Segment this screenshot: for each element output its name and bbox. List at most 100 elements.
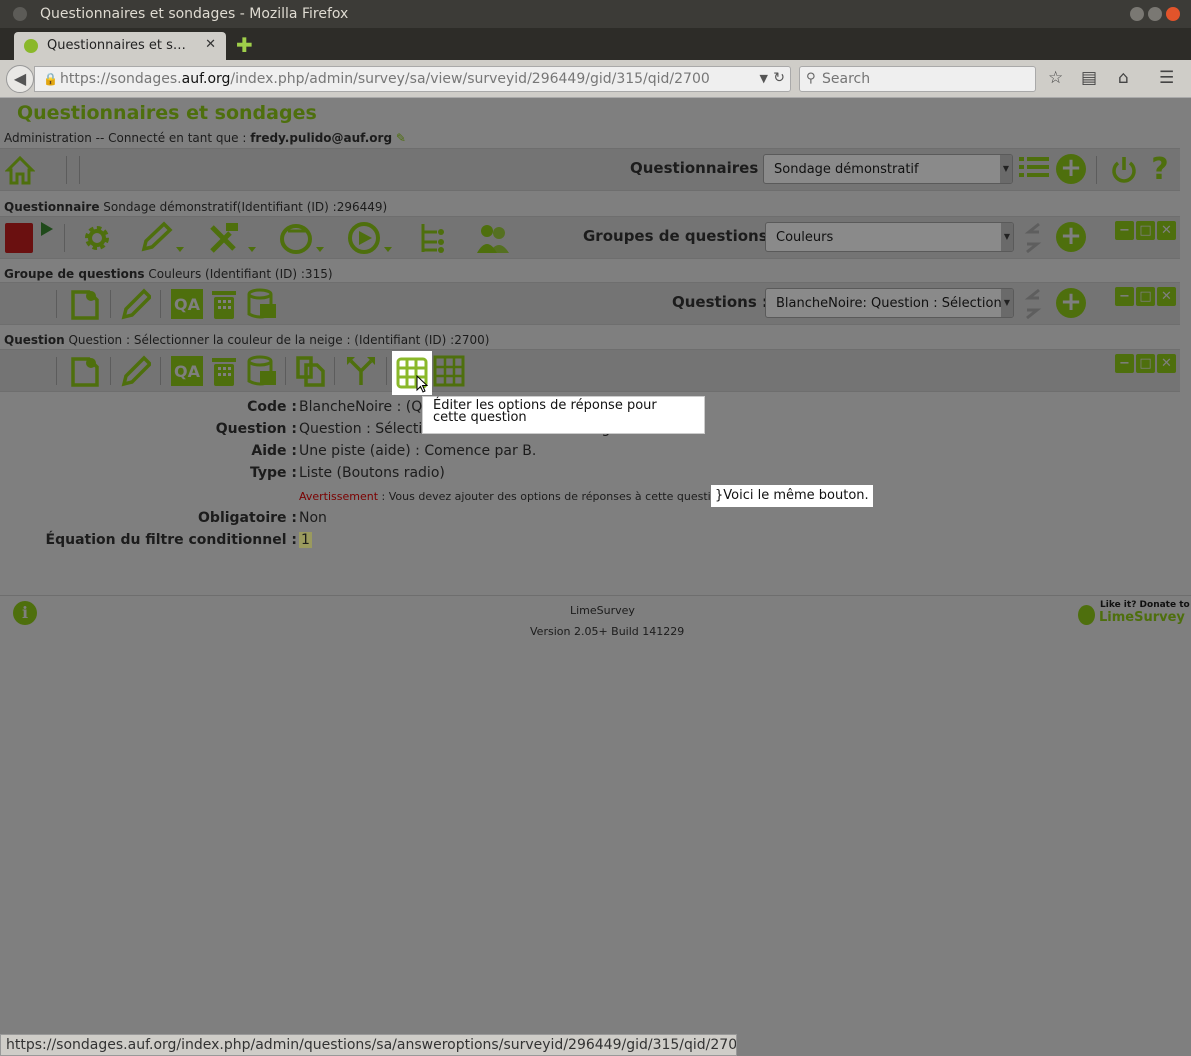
minimize-panel-icon[interactable]: − <box>1115 287 1134 306</box>
edit-question-pencil-icon[interactable] <box>120 354 152 388</box>
help-question-icon[interactable]: ? <box>1146 152 1174 187</box>
close-window-icon[interactable] <box>1166 7 1180 21</box>
maximize-panel-icon[interactable]: □ <box>1136 287 1155 306</box>
question-group-select-value: Couleurs <box>776 230 834 245</box>
question-section-label: Question Question : Sélectionner la coul… <box>4 333 490 347</box>
tab-close-icon[interactable]: ✕ <box>205 37 216 52</box>
group-section-label: Groupe de questions Couleurs (Identifian… <box>4 267 333 281</box>
code-field: Code : <box>0 399 297 417</box>
stop-survey-icon[interactable] <box>5 223 33 253</box>
url-dropdown-icon[interactable]: ▼ <box>760 72 768 85</box>
subquestions-grid-icon[interactable] <box>432 354 466 388</box>
url-bar[interactable]: 🔒 https://sondages.auf.org/index.php/adm… <box>34 66 791 92</box>
mandatory-label: Obligatoire : <box>198 510 297 526</box>
edit-group-pencil-icon[interactable] <box>120 287 152 321</box>
add-question-icon[interactable] <box>68 287 102 321</box>
activate-play-icon[interactable] <box>40 221 54 237</box>
help-value: Une piste (aide) : Comence par B. <box>299 443 537 459</box>
window-menu-icon[interactable] <box>13 7 27 21</box>
edit-answer-options-button[interactable] <box>392 351 432 395</box>
minimize-panel-icon[interactable]: − <box>1115 354 1134 373</box>
separator <box>386 357 387 385</box>
window-titlebar: Questionnaires et sondages - Mozilla Fir… <box>0 0 1191 28</box>
logic-tree-icon[interactable] <box>416 221 450 255</box>
reading-list-icon[interactable]: ▤ <box>1081 68 1097 88</box>
page-content: Questionnaires et sondages Administratio… <box>0 99 1191 1034</box>
browser-tab[interactable]: Questionnaires et s… ✕ <box>14 32 226 60</box>
separator <box>56 357 57 385</box>
edit-survey-pencil-icon[interactable] <box>140 221 184 255</box>
question-select[interactable]: BlancheNoire: Question : Sélectionne ▼ <box>765 288 1014 318</box>
separator <box>160 357 161 385</box>
add-group-icon[interactable]: + <box>1056 222 1086 252</box>
question-group-select[interactable]: Couleurs ▼ <box>765 222 1014 252</box>
survey-select[interactable]: Sondage démonstratif ▼ <box>763 154 1013 184</box>
minimize-icon[interactable] <box>1130 7 1144 21</box>
add-question-icon[interactable] <box>68 354 102 388</box>
separator <box>66 156 67 184</box>
general-settings-gear-icon[interactable] <box>80 221 114 255</box>
tools-icon[interactable] <box>208 221 258 255</box>
conditions-split-icon[interactable] <box>344 354 378 388</box>
prev-next-arrows-icon[interactable] <box>1023 220 1043 256</box>
prev-next-arrows-icon[interactable] <box>1023 286 1043 322</box>
home-icon[interactable] <box>4 154 36 186</box>
search-box[interactable]: ⚲ <box>799 66 1036 92</box>
survey-select-value: Sondage démonstratif <box>774 162 919 177</box>
list-surveys-icon[interactable] <box>1018 154 1050 184</box>
equation-field: Équation du filtre conditionnel : <box>0 532 297 550</box>
lime-logo-icon <box>1078 605 1095 625</box>
window-title: Questionnaires et sondages - Mozilla Fir… <box>40 6 349 22</box>
bookmark-star-icon[interactable]: ☆ <box>1048 68 1063 88</box>
export-database-icon[interactable] <box>246 287 278 321</box>
reload-icon[interactable]: ↻ <box>773 70 785 86</box>
code-label: Code : <box>247 399 297 415</box>
export-database-icon[interactable] <box>246 354 278 388</box>
home-icon[interactable]: ⌂ <box>1118 68 1129 88</box>
survey-participants-icon[interactable] <box>346 221 396 255</box>
maximize-panel-icon[interactable]: □ <box>1136 354 1155 373</box>
search-input[interactable] <box>822 70 1027 88</box>
delete-trash-icon[interactable] <box>209 354 239 388</box>
qa-preview-icon[interactable]: QA <box>171 289 203 319</box>
display-export-icon[interactable] <box>278 221 328 255</box>
separator <box>334 357 335 385</box>
maximize-icon[interactable] <box>1148 7 1162 21</box>
donate-link[interactable]: Like it? Donate to LimeSurvey <box>1078 600 1190 628</box>
donate-line2: LimeSurvey <box>1099 610 1185 625</box>
maximize-panel-icon[interactable]: □ <box>1136 221 1155 240</box>
navigation-bar: ◀ 🔒 https://sondages.auf.org/index.php/a… <box>0 60 1191 98</box>
survey-section-label: Questionnaire Sondage démonstratif(Ident… <box>4 200 388 214</box>
separator <box>79 156 80 184</box>
info-icon[interactable]: i <box>13 601 37 625</box>
qa-preview-icon[interactable]: QA <box>171 356 203 386</box>
logout-power-icon[interactable] <box>1108 154 1140 186</box>
back-button[interactable]: ◀ <box>6 65 34 93</box>
url-text: https://sondages.auf.org/index.php/admin… <box>60 71 710 87</box>
mandatory-value: Non <box>299 510 327 526</box>
new-tab-icon[interactable]: ✚ <box>236 33 253 57</box>
close-panel-icon[interactable]: ✕ <box>1157 287 1176 306</box>
code-value: BlancheNoire : (Q <box>299 399 423 415</box>
back-arrow-icon: ◀ <box>13 69 27 88</box>
add-survey-icon[interactable]: + <box>1056 154 1086 184</box>
equation-label: Équation du filtre conditionnel : <box>45 532 297 548</box>
close-panel-icon[interactable]: ✕ <box>1157 221 1176 240</box>
minimize-panel-icon[interactable]: − <box>1115 221 1134 240</box>
tooltip: Éditer les options de réponse pour cette… <box>422 396 705 434</box>
warning-label: Avertissement <box>299 490 379 503</box>
page-title: Questionnaires et sondages <box>17 102 317 124</box>
respondents-people-icon[interactable] <box>475 221 515 255</box>
edit-pencil-icon[interactable]: ✎ <box>396 131 406 145</box>
admin-user[interactable]: fredy.pulido@auf.org <box>250 131 392 145</box>
separator <box>56 290 57 318</box>
add-question-plus-icon[interactable]: + <box>1056 288 1086 318</box>
separator <box>110 357 111 385</box>
delete-trash-icon[interactable] <box>209 287 239 321</box>
copy-question-icon[interactable] <box>294 354 326 388</box>
menu-icon[interactable]: ☰ <box>1159 68 1174 88</box>
equation-value: 1 <box>299 532 312 548</box>
chevron-down-icon: ▼ <box>1000 155 1012 183</box>
close-panel-icon[interactable]: ✕ <box>1157 354 1176 373</box>
admin-toolbar: Questionnaires : Sondage démonstratif ▼ … <box>0 148 1180 191</box>
